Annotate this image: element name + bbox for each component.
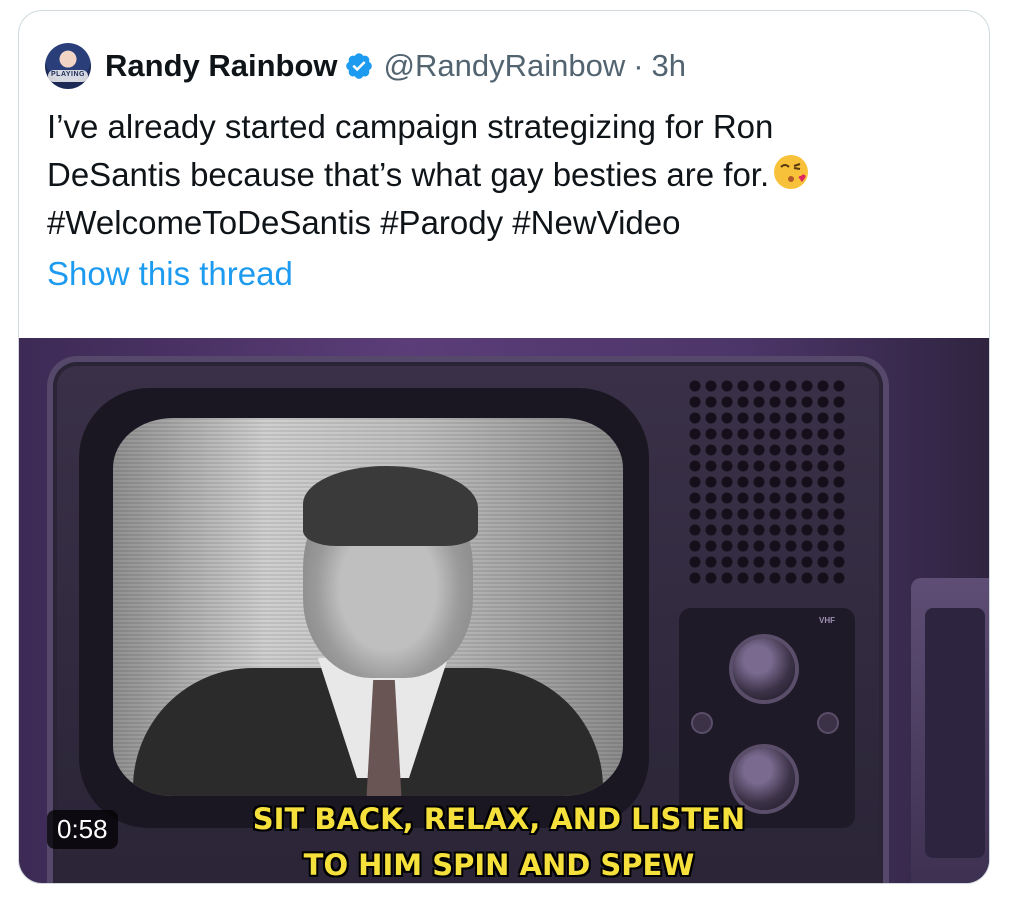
vhf-label: VHF [819, 616, 835, 625]
tweet-card[interactable]: PLAYING Randy Rainbow @RandyRainbow · 3h… [18, 10, 990, 884]
verified-badge-icon [345, 53, 372, 79]
author-handle[interactable]: @RandyRainbow [384, 48, 626, 84]
background-device-screen [925, 608, 985, 858]
channel-knob [733, 638, 795, 700]
tweet-text-line-1: I’ve already started campaign strategizi… [47, 108, 774, 145]
tweet-text: I’ve already started campaign strategizi… [47, 103, 967, 247]
video-duration-badge: 0:58 [47, 810, 118, 849]
avatar-text: PLAYING [51, 71, 85, 78]
kiss-face-emoji-icon [774, 155, 809, 189]
tweet-header: PLAYING Randy Rainbow @RandyRainbow · 3h [45, 41, 686, 91]
avatar[interactable]: PLAYING [45, 43, 91, 89]
tv-screen [113, 418, 623, 796]
tweet-text-line-2: DeSantis because that’s what gay besties… [47, 156, 770, 193]
video-subtitle: SIT BACK, RELAX, AND LISTEN TO HIM SPIN … [219, 796, 779, 883]
author-name[interactable]: Randy Rainbow [105, 48, 338, 84]
video-player[interactable]: VHF 0:58 SIT BACK, RELAX, AND LISTEN TO … [19, 338, 989, 883]
tv-control-panel: VHF [679, 608, 855, 828]
tweet-hashtags[interactable]: #WelcomeToDeSantis #Parody #NewVideo [47, 199, 967, 247]
small-knob-left [693, 714, 711, 732]
small-knob-right [819, 714, 837, 732]
subtitle-line-1: SIT BACK, RELAX, AND LISTEN [252, 802, 746, 836]
timestamp[interactable]: 3h [652, 48, 686, 84]
tv-speaker-grille [687, 378, 847, 588]
subtitle-line-2: TO HIM SPIN AND SPEW [303, 848, 695, 882]
show-thread-link[interactable]: Show this thread [47, 255, 293, 293]
tweet-text-line-2-wrap: DeSantis because that’s what gay besties… [47, 151, 967, 199]
person-hair [303, 466, 478, 546]
separator-dot: · [633, 48, 644, 83]
